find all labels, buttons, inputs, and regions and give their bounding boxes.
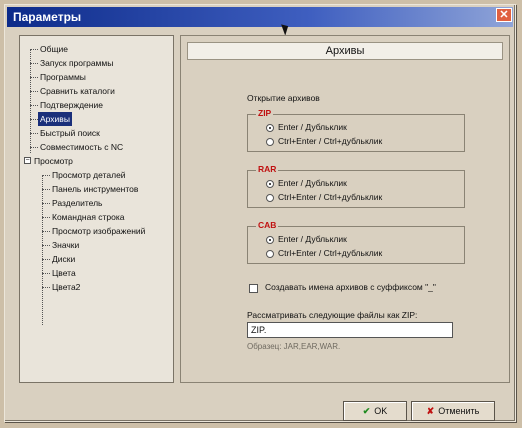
radio-label: Enter / Дубльклик xyxy=(278,234,347,244)
tree-item-colors2[interactable]: Цвета2 xyxy=(20,280,173,294)
tree-item-quick-search[interactable]: Быстрый поиск xyxy=(20,126,173,140)
tree-branch xyxy=(30,91,38,92)
tree-item-label: Запуск программы xyxy=(40,58,114,68)
cancel-button[interactable]: ✘ Отменить xyxy=(411,401,495,421)
tree-item-general[interactable]: Общие xyxy=(20,42,173,56)
tree-branch xyxy=(30,77,38,78)
tree-item-startup[interactable]: Запуск программы xyxy=(20,56,173,70)
rar-ctrl-enter-radio[interactable]: Ctrl+Enter / Ctrl+дубльклик xyxy=(266,191,382,203)
settings-tree[interactable]: Общие Запуск программы Программы Сравнит… xyxy=(19,35,174,383)
tree-item-command-line[interactable]: Командная строка xyxy=(20,210,173,224)
tree-item-label: Совместимость с NC xyxy=(40,142,124,152)
settings-window: Параметры ✕ Общие Запуск программы Прогр… xyxy=(4,4,516,422)
tree-branch xyxy=(42,287,50,288)
tree-item-label: Командная строка xyxy=(52,212,125,222)
tree-branch xyxy=(42,189,50,190)
radio-icon[interactable] xyxy=(266,137,274,146)
ok-label: OK xyxy=(374,406,388,416)
tree-item-label: Просмотр изображений xyxy=(52,226,146,236)
check-icon: ✔ xyxy=(362,406,371,416)
zip-extensions-input[interactable] xyxy=(247,322,453,338)
rar-enter-radio[interactable]: Enter / Дубльклик xyxy=(266,177,347,189)
tree-item-label: Просмотр деталей xyxy=(52,170,126,180)
tree-item-label: Просмотр xyxy=(34,156,73,166)
tree-item-label: Программы xyxy=(40,72,86,82)
radio-label: Enter / Дубльклик xyxy=(278,122,347,132)
tree-item-label: Диски xyxy=(52,254,76,264)
tree-item-toolbar[interactable]: Панель инструментов xyxy=(20,182,173,196)
window-title: Параметры xyxy=(13,10,82,24)
tree-branch xyxy=(30,105,38,106)
radio-icon[interactable] xyxy=(266,235,274,244)
group-title: ZIP xyxy=(256,108,274,118)
tree-item-confirmation[interactable]: Подтверждение xyxy=(20,98,173,112)
tree-item-label: Цвета2 xyxy=(52,282,81,292)
close-button[interactable]: ✕ xyxy=(496,8,512,22)
radio-icon[interactable] xyxy=(266,249,274,258)
tree-item-label: Панель инструментов xyxy=(52,184,139,194)
tree-branch xyxy=(30,133,38,134)
tree-item-archives[interactable]: Архивы xyxy=(20,112,173,126)
cancel-label: Отменить xyxy=(438,406,480,416)
tree-item-image-view[interactable]: Просмотр изображений xyxy=(20,224,173,238)
tree-item-label: Цвета xyxy=(52,268,76,278)
radio-label: Ctrl+Enter / Ctrl+дубльклик xyxy=(278,248,383,258)
cross-icon: ✘ xyxy=(426,406,435,416)
suffix-checkbox-label[interactable]: Создавать имена архивов с суффиксом "_" xyxy=(265,282,436,292)
radio-icon[interactable] xyxy=(266,193,274,202)
tree-item-label: Значки xyxy=(52,240,80,250)
ok-button[interactable]: ✔ OK xyxy=(343,401,407,421)
tree-item-label: Общие xyxy=(40,44,68,54)
radio-label: Ctrl+Enter / Ctrl+дубльклик xyxy=(278,136,383,146)
zip-treat-label: Рассматривать следующие файлы как ZIP: xyxy=(247,310,418,320)
tree-branch xyxy=(42,203,50,204)
tree-item-label: Архивы xyxy=(38,112,72,126)
cab-ctrl-enter-radio[interactable]: Ctrl+Enter / Ctrl+дубльклик xyxy=(266,247,382,259)
tree-item-compare-dirs[interactable]: Сравнить каталоги xyxy=(20,84,173,98)
tree-item-icons[interactable]: Значки xyxy=(20,238,173,252)
cab-group: CAB Enter / Дубльклик Ctrl+Enter / Ctrl+… xyxy=(247,220,465,264)
zip-group: ZIP Enter / Дубльклик Ctrl+Enter / Ctrl+… xyxy=(247,108,465,152)
collapse-icon[interactable]: − xyxy=(24,157,31,164)
radio-icon[interactable] xyxy=(266,179,274,188)
tree-branch xyxy=(30,63,38,64)
tree-item-colors[interactable]: Цвета xyxy=(20,266,173,280)
tree-branch xyxy=(42,175,50,176)
close-icon: ✕ xyxy=(499,9,509,21)
radio-icon[interactable] xyxy=(266,123,274,132)
rar-group: RAR Enter / Дубльклик Ctrl+Enter / Ctrl+… xyxy=(247,164,465,208)
open-archives-label: Открытие архивов xyxy=(247,93,320,103)
tree-item-drives[interactable]: Диски xyxy=(20,252,173,266)
tree-branch xyxy=(30,147,38,148)
tree-item-separator[interactable]: Разделитель xyxy=(20,196,173,210)
tree-item-view-details[interactable]: Просмотр деталей xyxy=(20,168,173,182)
tree-branch xyxy=(42,231,50,232)
tree-item-view[interactable]: − Просмотр xyxy=(20,154,173,168)
cab-enter-radio[interactable]: Enter / Дубльклик xyxy=(266,233,347,245)
panel-title: Архивы xyxy=(187,42,503,60)
tree-item-label: Разделитель xyxy=(52,198,103,208)
archives-panel: Архивы Открытие архивов ZIP Enter / Дубл… xyxy=(180,35,510,383)
tree-branch xyxy=(30,49,38,50)
tree-item-nc-compat[interactable]: Совместимость с NC xyxy=(20,140,173,154)
group-title: RAR xyxy=(256,164,279,174)
radio-label: Ctrl+Enter / Ctrl+дубльклик xyxy=(278,192,383,202)
tree-item-label: Подтверждение xyxy=(40,100,103,110)
title-bar[interactable]: Параметры xyxy=(7,7,513,27)
tree-branch xyxy=(42,259,50,260)
tree-branch xyxy=(42,245,50,246)
tree-item-programs[interactable]: Программы xyxy=(20,70,173,84)
tree-branch xyxy=(42,217,50,218)
sample-text: Образец: JAR,EAR,WAR. xyxy=(247,342,341,351)
zip-ctrl-enter-radio[interactable]: Ctrl+Enter / Ctrl+дубльклик xyxy=(266,135,382,147)
radio-label: Enter / Дубльклик xyxy=(278,178,347,188)
tree-item-label: Быстрый поиск xyxy=(40,128,100,138)
zip-enter-radio[interactable]: Enter / Дубльклик xyxy=(266,121,347,133)
group-title: CAB xyxy=(256,220,279,230)
tree-branch xyxy=(30,119,38,120)
suffix-checkbox[interactable] xyxy=(249,284,258,293)
tree-item-label: Сравнить каталоги xyxy=(40,86,115,96)
tree-branch xyxy=(42,273,50,274)
